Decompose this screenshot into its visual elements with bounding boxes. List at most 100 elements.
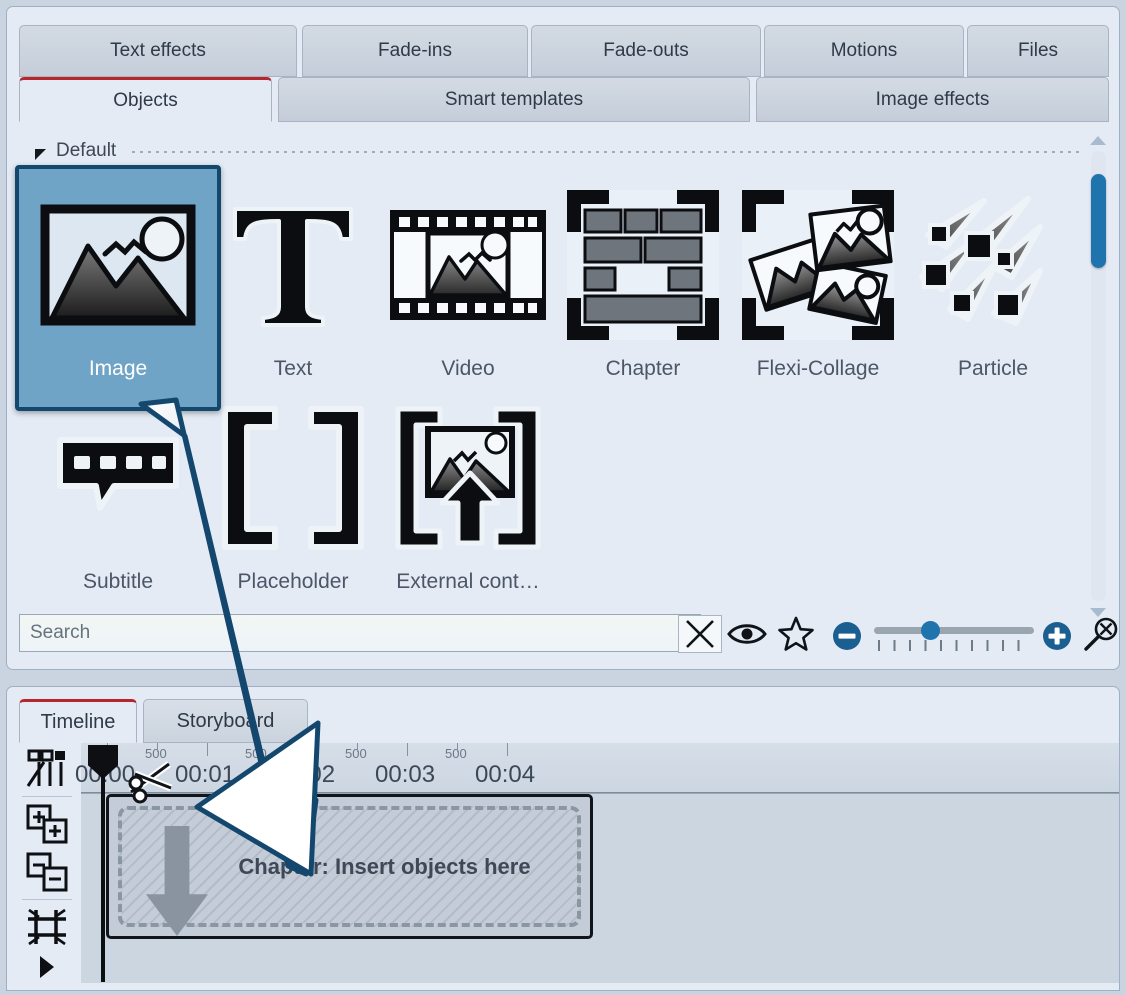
tab-label: Smart templates bbox=[445, 89, 583, 111]
expand-tracks-icon[interactable] bbox=[20, 951, 74, 983]
ruler-label: 00:01 bbox=[175, 761, 235, 789]
favorite-star-button[interactable] bbox=[775, 614, 817, 654]
object-tile-video[interactable]: Video bbox=[369, 169, 567, 407]
tab-motions[interactable]: Motions bbox=[764, 25, 964, 77]
tab-label: Fade-outs bbox=[603, 40, 689, 62]
ruler-tick bbox=[407, 743, 408, 756]
timeline-panel: Timeline Storyboard bbox=[6, 686, 1120, 991]
secondary-tab-row: Objects Smart templates Image effects bbox=[19, 77, 1109, 122]
external-content-icon bbox=[388, 398, 548, 558]
app-root: Text effects Fade-ins Fade-outs Motions File… bbox=[0, 0, 1126, 995]
preview-eye-button[interactable] bbox=[726, 615, 768, 653]
text-t-icon bbox=[213, 185, 373, 345]
scrollbar-thumb[interactable] bbox=[1091, 174, 1106, 269]
object-tile-particle[interactable]: Particle bbox=[894, 169, 1092, 407]
tab-objects[interactable]: Objects bbox=[19, 77, 272, 122]
brackets-icon bbox=[213, 398, 373, 558]
remove-track-icon[interactable] bbox=[20, 848, 74, 896]
close-x-icon bbox=[683, 617, 717, 651]
zoom-out-button[interactable] bbox=[831, 620, 863, 652]
timeline-tool-rail bbox=[16, 745, 78, 991]
object-tile-chapter[interactable]: Chapter bbox=[544, 169, 742, 407]
search-toolbar bbox=[19, 611, 1109, 657]
object-tile-label: Text bbox=[274, 357, 313, 381]
search-input[interactable] bbox=[19, 614, 701, 652]
search-clear-button[interactable] bbox=[678, 615, 722, 653]
image-icon bbox=[38, 185, 198, 345]
tab-fade-outs[interactable]: Fade-outs bbox=[531, 25, 761, 77]
ruler-half-label: 500 bbox=[445, 746, 467, 761]
object-tile-flexi-collage[interactable]: Flexi-Collage bbox=[719, 169, 917, 407]
ruler-half-label: 500 bbox=[245, 746, 267, 761]
triangle-collapse-icon[interactable] bbox=[35, 149, 46, 160]
preview-eye-icon bbox=[727, 621, 767, 647]
timeline-tab-label: Timeline bbox=[41, 711, 116, 734]
tab-label: Text effects bbox=[110, 40, 206, 62]
group-header-default[interactable]: Default bbox=[35, 137, 1080, 165]
particle-icon bbox=[913, 185, 1073, 345]
object-tile-placeholder[interactable]: Placeholder bbox=[194, 382, 392, 620]
timeline-tab-label: Storyboard bbox=[177, 710, 275, 733]
object-tile-external-cont-[interactable]: External cont… bbox=[369, 382, 567, 620]
object-grid: Image Text bbox=[21, 171, 1071, 611]
objects-panel: Text effects Fade-ins Fade-outs Motions File… bbox=[6, 6, 1120, 670]
playhead-line bbox=[101, 769, 105, 982]
object-tile-subtitle[interactable]: Subtitle bbox=[19, 382, 217, 620]
chapter-clip-label: Chapter: Insert objects here bbox=[238, 854, 530, 880]
object-tile-label: Image bbox=[89, 357, 147, 381]
tab-text-effects[interactable]: Text effects bbox=[19, 25, 297, 77]
ruler-label: 00:04 bbox=[475, 761, 535, 789]
down-arrow-drop-icon bbox=[146, 826, 208, 936]
ruler-half-tick bbox=[157, 743, 158, 752]
timeline-mode-icon[interactable] bbox=[20, 745, 74, 793]
scroll-up-arrow-icon[interactable] bbox=[1089, 133, 1107, 147]
tab-files[interactable]: Files bbox=[967, 25, 1109, 77]
object-tile-label: Chapter bbox=[606, 357, 681, 381]
ruler-label: 00:02 bbox=[275, 761, 335, 789]
chapter-clip[interactable]: Chapter: Insert objects here bbox=[106, 794, 593, 939]
zoom-slider-knob[interactable] bbox=[921, 621, 940, 640]
ruler-half-tick bbox=[257, 743, 258, 752]
scissors-icon bbox=[125, 758, 183, 808]
fit-tracks-icon[interactable] bbox=[20, 903, 74, 951]
zoom-out-icon bbox=[832, 621, 862, 651]
zoom-slider-track[interactable] bbox=[874, 627, 1034, 634]
rail-divider bbox=[22, 796, 72, 797]
subtitle-bubble-icon bbox=[38, 398, 198, 558]
zoom-slider-ticks bbox=[878, 640, 1033, 651]
zoom-slider[interactable] bbox=[874, 619, 1034, 649]
ruler-tick bbox=[207, 743, 208, 756]
group-divider bbox=[132, 151, 1080, 153]
chapter-dropzone[interactable]: Chapter: Insert objects here bbox=[118, 806, 581, 927]
object-tile-label: External cont… bbox=[396, 570, 540, 594]
object-tile-image[interactable]: Image bbox=[15, 165, 221, 411]
ruler-half-tick bbox=[457, 743, 458, 752]
tab-smart-templates[interactable]: Smart templates bbox=[278, 77, 750, 122]
object-tile-label: Subtitle bbox=[83, 570, 153, 594]
chapter-grid-icon bbox=[563, 185, 723, 345]
timeline-tab-timeline[interactable]: Timeline bbox=[19, 699, 137, 743]
reset-zoom-button[interactable] bbox=[1081, 616, 1121, 654]
zoom-in-button[interactable] bbox=[1041, 620, 1073, 652]
film-strip-icon bbox=[388, 185, 548, 345]
ruler-label: 00:03 bbox=[375, 761, 435, 789]
object-tile-label: Flexi-Collage bbox=[757, 357, 880, 381]
ruler-half-tick bbox=[357, 743, 358, 752]
tab-image-effects[interactable]: Image effects bbox=[756, 77, 1109, 122]
primary-tab-row: Text effects Fade-ins Fade-outs Motions File… bbox=[19, 25, 1109, 77]
ruler-half-label: 500 bbox=[345, 746, 367, 761]
tab-label: Objects bbox=[113, 90, 177, 112]
objects-scrollbar[interactable] bbox=[1087, 133, 1109, 619]
tab-fade-ins[interactable]: Fade-ins bbox=[302, 25, 528, 77]
object-tile-text[interactable]: Text bbox=[194, 169, 392, 407]
object-tile-label: Particle bbox=[958, 357, 1028, 381]
add-track-icon[interactable] bbox=[20, 800, 74, 848]
rail-divider-2 bbox=[22, 899, 72, 900]
timeline-tab-storyboard[interactable]: Storyboard bbox=[143, 699, 308, 743]
tab-label: Fade-ins bbox=[378, 40, 452, 62]
ruler-tick bbox=[507, 743, 508, 756]
timeline-ruler[interactable]: 00:0000:0100:0200:0300:04500500500500 bbox=[81, 743, 1119, 793]
tab-label: Motions bbox=[831, 40, 898, 62]
group-label: Default bbox=[56, 140, 116, 162]
ruler-tick bbox=[307, 743, 308, 756]
